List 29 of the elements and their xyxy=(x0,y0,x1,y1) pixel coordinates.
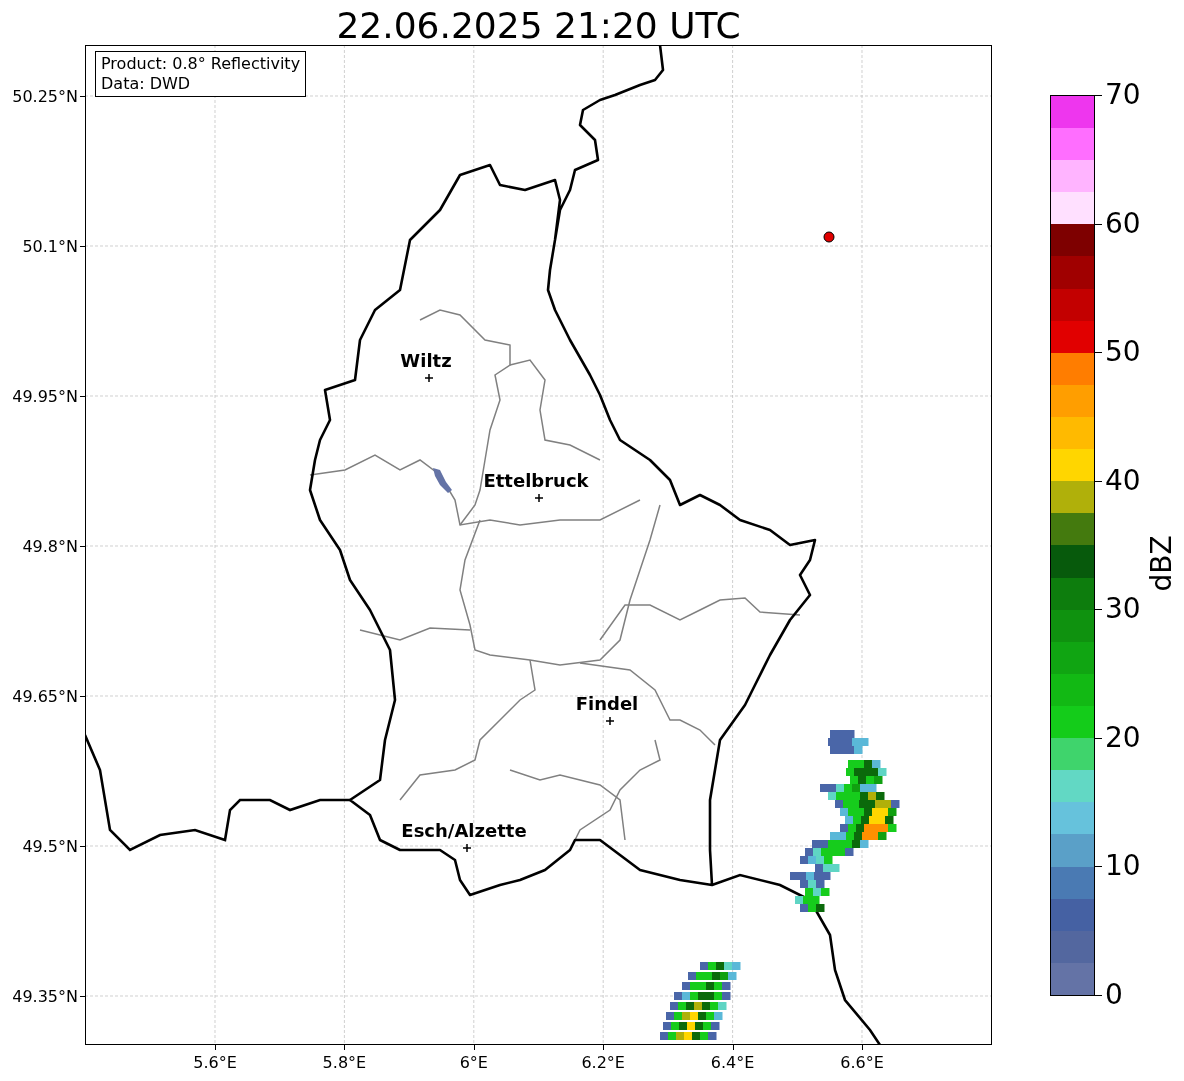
longitude-label: 5.6°E xyxy=(193,1053,237,1072)
latitude-label: 49.95°N xyxy=(12,386,78,406)
longitude-label: 6.4°E xyxy=(710,1053,755,1072)
latitude-label: 49.65°N xyxy=(12,686,78,706)
latitude-label: 50.1°N xyxy=(22,236,78,256)
longitude-label: 6°E xyxy=(459,1053,488,1072)
scale-label: 0 xyxy=(1105,980,1123,1010)
longitude-label: 5.8°E xyxy=(322,1053,367,1072)
scale-unit-label: dBZ xyxy=(1144,535,1178,592)
scale-label: 70 xyxy=(1105,80,1141,110)
city-label: Wiltz xyxy=(400,351,452,371)
scale-label: 60 xyxy=(1105,208,1141,239)
scale-label: 30 xyxy=(1105,594,1141,625)
latitude-label: 50.25°N xyxy=(12,86,78,106)
latitude-label: 49.5°N xyxy=(22,836,78,856)
latitude-label: 49.35°N xyxy=(12,986,78,1006)
longitude-label: 6.6°E xyxy=(840,1053,884,1072)
info-text: Data: DWD xyxy=(101,74,192,94)
city-label: Ettelbruck xyxy=(483,471,589,491)
city-label: Findel xyxy=(575,694,639,714)
latitude-label: 49.8°N xyxy=(22,536,78,556)
scale-label: 40 xyxy=(1105,465,1141,496)
scale-label: 10 xyxy=(1105,851,1141,882)
chart-title: 22.06.2025 21:20 UTC xyxy=(336,4,741,45)
scale-label: 20 xyxy=(1105,722,1141,753)
info-text: Product: 0.8° Reflectivity xyxy=(101,54,301,74)
city-label: Esch/Alzette xyxy=(401,821,527,841)
scale-label: 50 xyxy=(1105,337,1141,368)
longitude-label: 6.2°E xyxy=(581,1053,625,1072)
